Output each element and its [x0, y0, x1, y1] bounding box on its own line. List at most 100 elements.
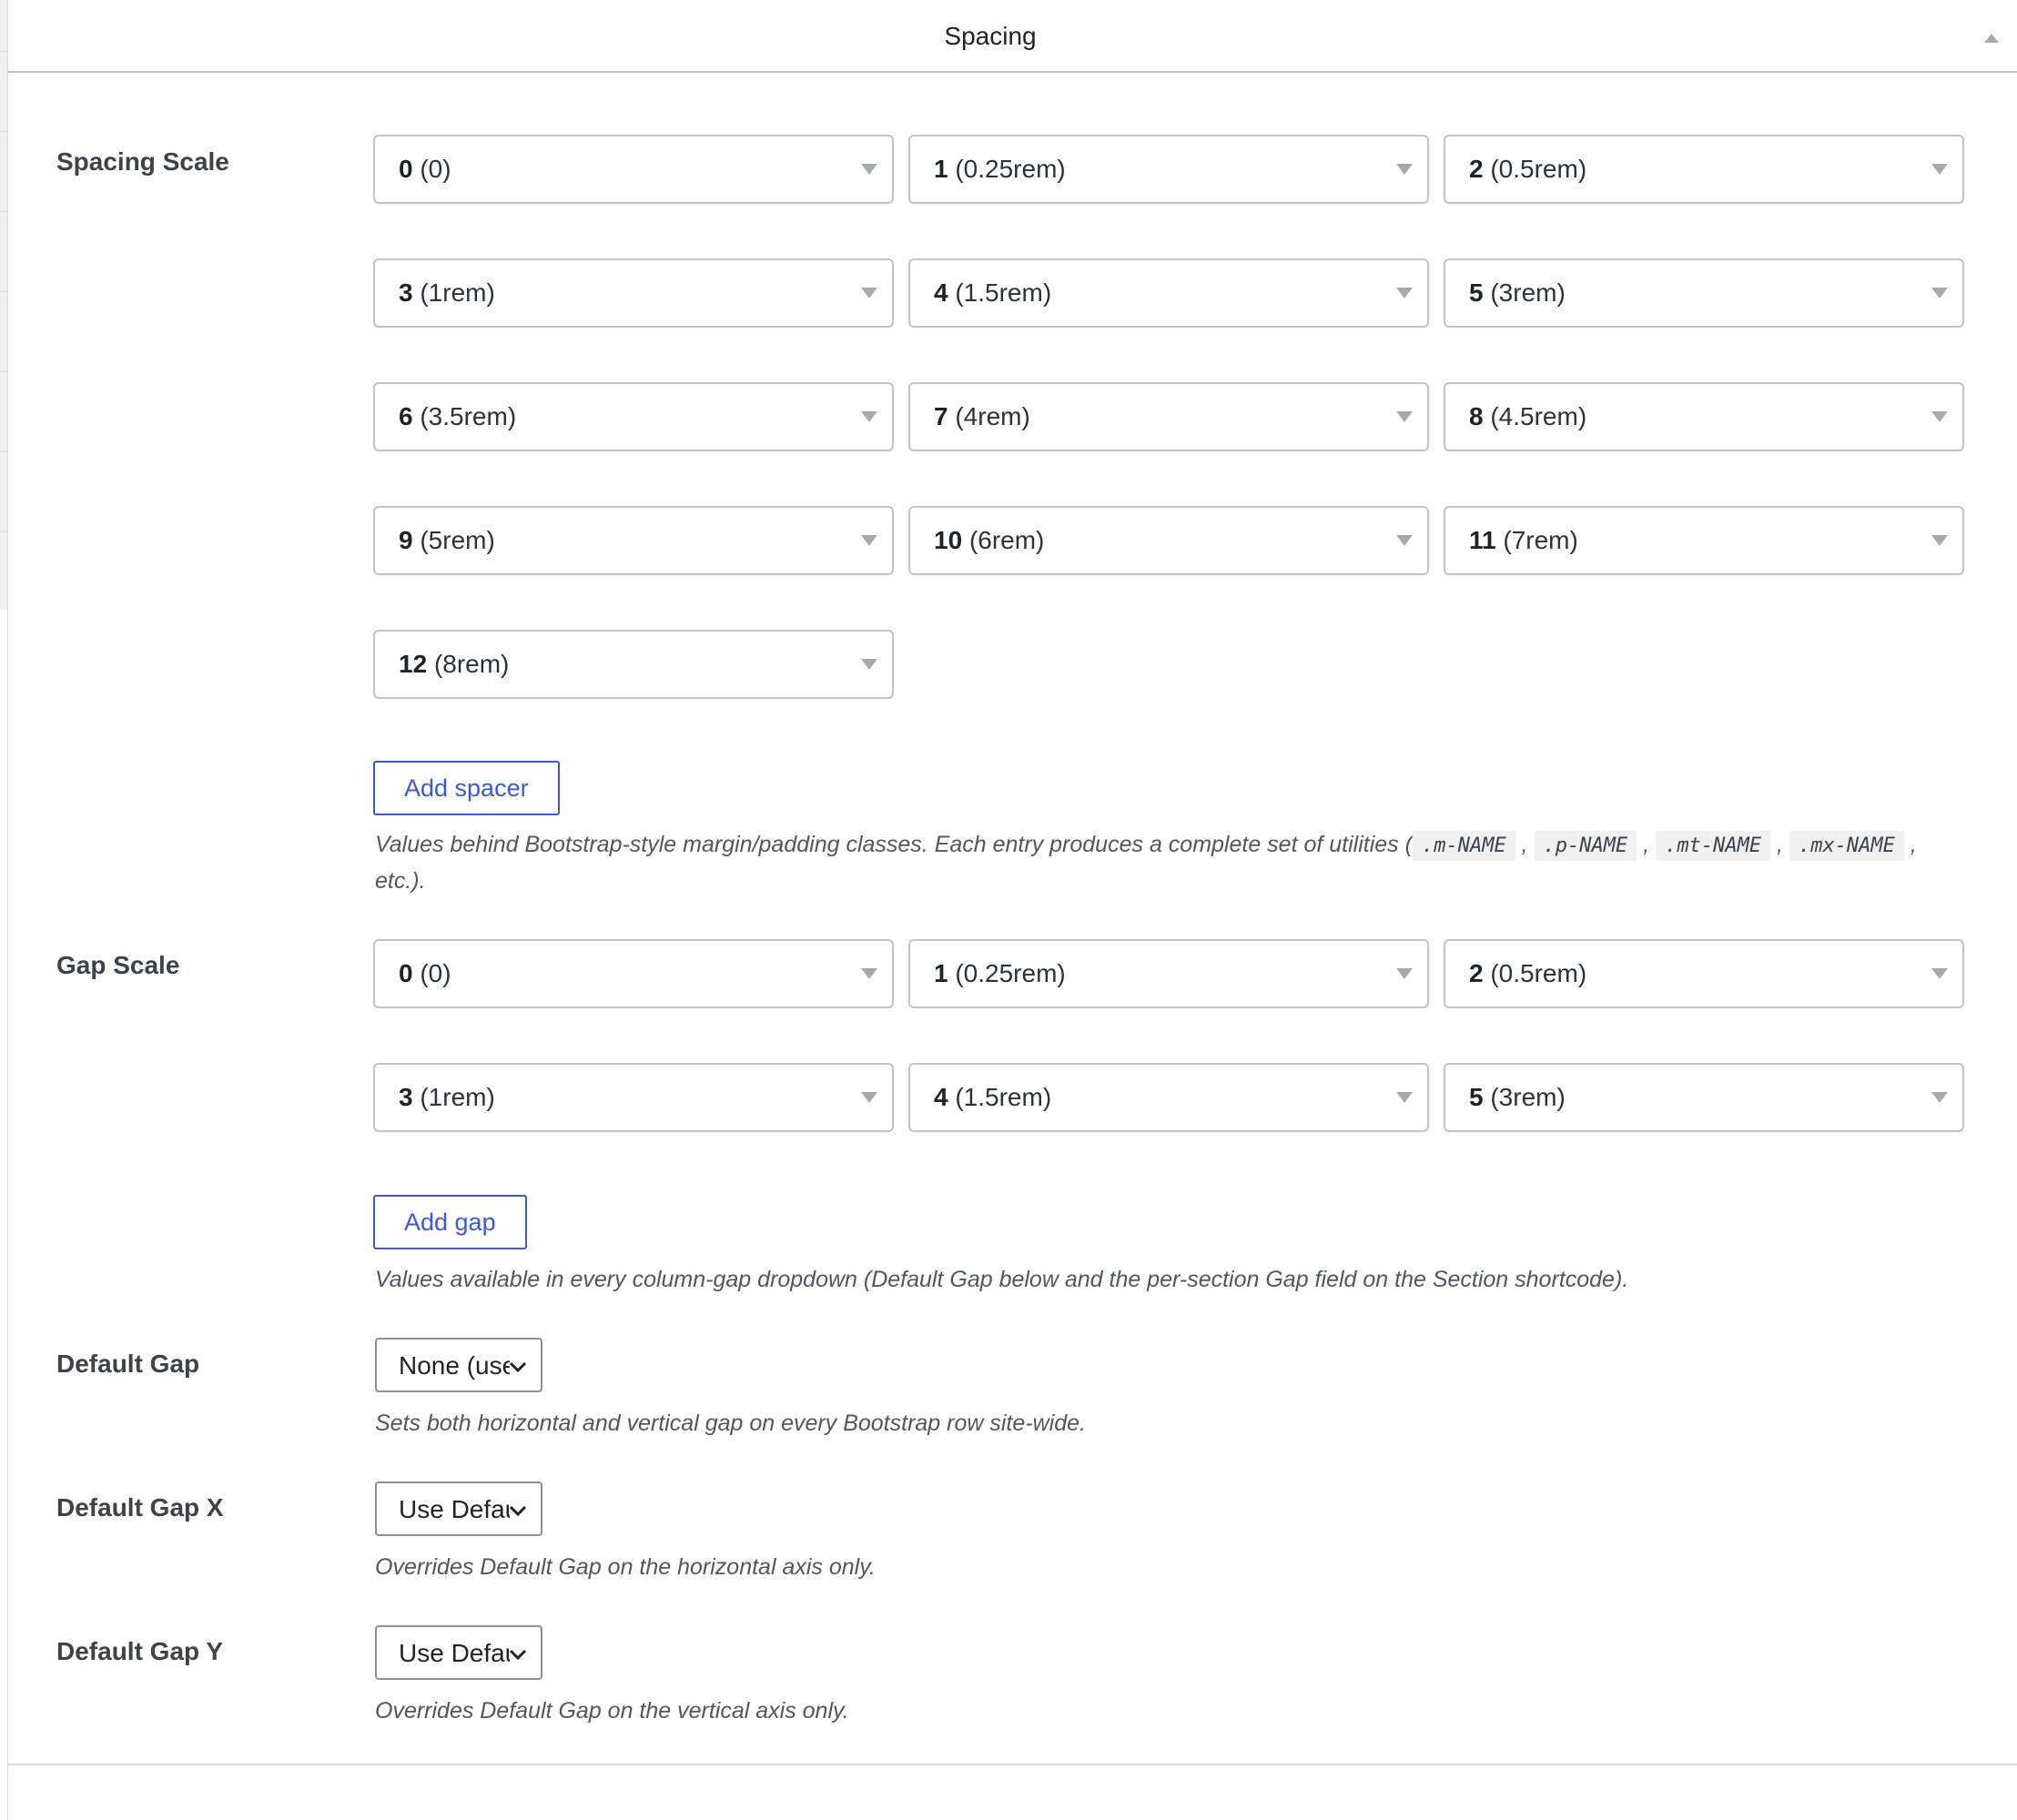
default-gap-x-description: Overrides Default Gap on the horizontal …: [375, 1554, 876, 1580]
spacing-scale-select-5[interactable]: 5 (3rem): [1444, 258, 1964, 328]
spacing-scale-select-3[interactable]: 3 (1rem): [373, 258, 894, 328]
spacing-scale-select-0[interactable]: 0 (0): [373, 135, 894, 204]
panel-title: Spacing: [944, 22, 1037, 50]
gap-scale-select-2[interactable]: 2 (0.5rem): [1444, 939, 1964, 1008]
gap-scale-key: 1: [934, 959, 948, 987]
chevron-down-icon: [509, 1505, 527, 1517]
spacing-scale-option-text: 2 (0.5rem): [1469, 155, 1586, 184]
triangle-down-icon: [1931, 164, 1948, 175]
gap-scale-option-text: 4 (1.5rem): [934, 1083, 1051, 1112]
spacing-scale-select-7[interactable]: 7 (4rem): [908, 382, 1429, 451]
spacing-scale-value: (1rem): [420, 278, 495, 307]
spacing-scale-value: (0.25rem): [955, 155, 1066, 183]
default-gap-y-description: Overrides Default Gap on the vertical ax…: [375, 1698, 849, 1724]
spacing-scale-value: (7rem): [1503, 526, 1578, 554]
add-gap-button[interactable]: Add gap: [373, 1195, 527, 1249]
spacing-scale-option-text: 0 (0): [399, 155, 451, 184]
spacing-scale-key: 8: [1469, 402, 1484, 430]
spacing-scale-option-text: 12 (8rem): [399, 650, 509, 679]
gap-scale-key: 5: [1469, 1083, 1484, 1111]
default-gap-x-select[interactable]: Use Default: [375, 1481, 542, 1536]
triangle-down-icon: [861, 968, 877, 979]
spacing-scale-key: 5: [1469, 278, 1484, 307]
default-gap-y-select[interactable]: Use Default: [375, 1625, 542, 1680]
gap-scale-value: (3rem): [1490, 1083, 1566, 1111]
default-gap-y-label: Default Gap Y: [56, 1637, 224, 1665]
gap-scale-value: (0.25rem): [955, 959, 1066, 987]
default-gap-y-selected: Use Default: [399, 1639, 510, 1667]
gap-scale-key: 4: [934, 1083, 948, 1111]
gap-scale-select-5[interactable]: 5 (3rem): [1444, 1063, 1964, 1132]
gap-scale-select-0[interactable]: 0 (0): [373, 939, 894, 1008]
gap-scale-key: 3: [399, 1083, 413, 1111]
add-spacer-button[interactable]: Add spacer: [373, 761, 560, 815]
triangle-down-icon: [1931, 1092, 1948, 1103]
spacing-scale-key: 11: [1469, 526, 1496, 554]
code-p-name: .p-NAME: [1534, 831, 1637, 861]
code-mt-name: .mt-NAME: [1656, 831, 1771, 861]
chevron-down-icon: [509, 1649, 527, 1661]
triangle-down-icon: [861, 535, 877, 546]
spacing-scale-select-9[interactable]: 9 (5rem): [373, 506, 894, 575]
spacing-scale-value: (8rem): [433, 650, 510, 678]
spacing-scale-select-12[interactable]: 12 (8rem): [373, 630, 894, 699]
spacing-scale-select-11[interactable]: 11 (7rem): [1444, 506, 1964, 575]
triangle-up-icon[interactable]: [1979, 25, 2004, 51]
spacing-scale-option-text: 7 (4rem): [934, 402, 1030, 431]
spacing-scale-label: Spacing Scale: [56, 147, 229, 176]
spacing-scale-value: (4rem): [955, 402, 1030, 430]
gap-scale-description: Values available in every column-gap dro…: [375, 1267, 1629, 1292]
spacing-scale-select-4[interactable]: 4 (1.5rem): [908, 258, 1429, 328]
spacing-scale-option-text: 5 (3rem): [1469, 278, 1566, 308]
gap-scale-key: 0: [399, 959, 413, 987]
triangle-down-icon: [1931, 968, 1948, 979]
spacing-scale-select-2[interactable]: 2 (0.5rem): [1444, 135, 1964, 204]
gap-scale-select-3[interactable]: 3 (1rem): [373, 1063, 894, 1132]
spacing-scale-select-1[interactable]: 1 (0.25rem): [908, 135, 1429, 204]
default-gap-x-label: Default Gap X: [56, 1493, 224, 1522]
spacing-scale-key: 9: [399, 526, 413, 554]
gap-scale-key: 2: [1469, 959, 1484, 987]
spacing-scale-key: 6: [399, 402, 413, 430]
gap-scale-value: (0): [420, 959, 451, 987]
spacing-scale-value: (1.5rem): [955, 278, 1052, 307]
triangle-down-icon: [1931, 535, 1948, 546]
spacing-scale-key: 4: [934, 278, 948, 307]
gap-scale-value: (1.5rem): [955, 1083, 1052, 1111]
spacing-scale-key: 1: [934, 155, 948, 183]
gap-scale-option-text: 2 (0.5rem): [1469, 959, 1586, 988]
default-gap-x-selected: Use Default: [399, 1495, 510, 1523]
gap-scale-select-4[interactable]: 4 (1.5rem): [908, 1063, 1429, 1132]
spacing-scale-option-text: 3 (1rem): [399, 278, 495, 308]
spacing-scale-key: 3: [399, 278, 413, 307]
gap-scale-select-1[interactable]: 1 (0.25rem): [908, 939, 1429, 1008]
gap-scale-value: (0.5rem): [1490, 959, 1587, 987]
panel-header[interactable]: Spacing: [7, 0, 2017, 73]
spacing-scale-key: 7: [934, 402, 948, 430]
spacing-scale-option-text: 11 (7rem): [1469, 526, 1578, 555]
spacing-scale-select-10[interactable]: 10 (6rem): [908, 506, 1429, 575]
panel-border: [7, 0, 8, 1820]
triangle-down-icon: [861, 659, 877, 670]
spacing-scale-option-text: 1 (0.25rem): [934, 155, 1066, 184]
spacing-scale-select-6[interactable]: 6 (3.5rem): [373, 382, 894, 451]
triangle-down-icon: [1931, 411, 1948, 422]
spacing-scale-option-text: 4 (1.5rem): [934, 278, 1051, 308]
default-gap-label: Default Gap: [56, 1350, 200, 1378]
spacing-scale-select-8[interactable]: 8 (4.5rem): [1444, 382, 1964, 451]
spacing-scale-value: (0.5rem): [1490, 155, 1587, 183]
default-gap-selected: None (use: [399, 1351, 510, 1380]
spacing-scale-key: 10: [934, 526, 963, 554]
triangle-down-icon: [1396, 411, 1413, 422]
spacing-scale-description: Values behind Bootstrap-style margin/pad…: [375, 831, 1917, 894]
gap-scale-option-text: 5 (3rem): [1469, 1083, 1566, 1112]
spacing-scale-option-text: 10 (6rem): [934, 526, 1044, 555]
spacing-scale-value: (6rem): [968, 526, 1045, 554]
spacing-scale-value: (3.5rem): [420, 402, 517, 430]
spacing-scale-option-text: 9 (5rem): [399, 526, 495, 555]
gap-scale-option-text: 0 (0): [399, 959, 451, 988]
default-gap-select[interactable]: None (use: [375, 1338, 542, 1392]
left-edge-strip: [0, 0, 7, 610]
gap-scale-option-text: 1 (0.25rem): [934, 959, 1066, 988]
default-gap-description: Sets both horizontal and vertical gap on…: [375, 1410, 1086, 1436]
